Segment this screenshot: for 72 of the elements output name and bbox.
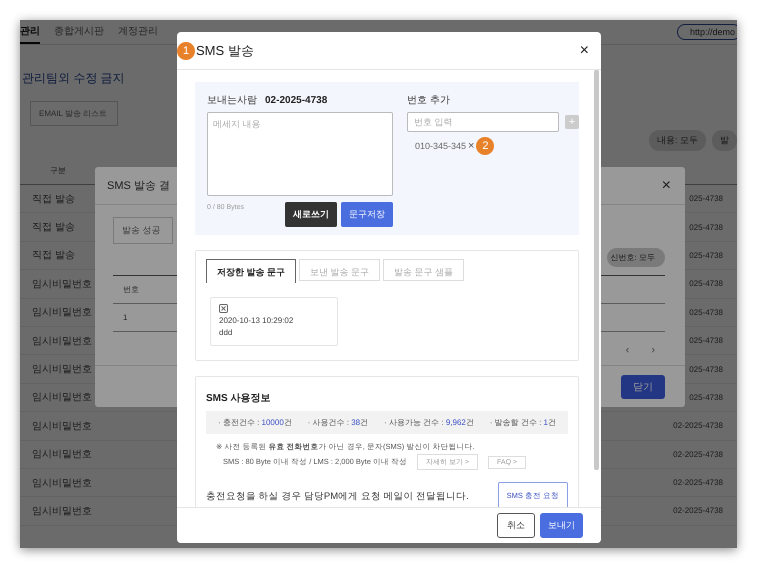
nav-tab[interactable]: 계정관리 bbox=[118, 20, 158, 44]
table-cell: 025-4738 bbox=[689, 392, 723, 402]
filter-chip[interactable]: 신번호: 모두 bbox=[606, 248, 665, 267]
usage-title: SMS 사용정보 bbox=[206, 392, 272, 405]
remove-button[interactable]: × bbox=[468, 140, 474, 152]
table-cell-text: 임시비밀번호 bbox=[32, 476, 92, 490]
page-heading: 관리팀외 수정 금지 bbox=[22, 70, 126, 87]
table-cell-text: 임시비밀번호 bbox=[32, 448, 92, 462]
table-cell: 02-2025-4738 bbox=[673, 421, 723, 430]
close-button[interactable]: × bbox=[580, 42, 589, 60]
url-text: http://demo bbox=[690, 27, 736, 37]
table-cell-text: 직접 발송 bbox=[32, 249, 75, 262]
template-tab[interactable]: 발송 문구 샘플 bbox=[383, 259, 464, 281]
column-header: 구분 bbox=[50, 165, 66, 176]
result-tab[interactable]: 발송 성공 bbox=[113, 217, 173, 244]
template-card[interactable]: 2020-10-13 10:29:02 ddd bbox=[210, 297, 338, 346]
table-cell: 025-4738 bbox=[689, 336, 723, 346]
table-cell-text: 직접 발송 bbox=[32, 192, 75, 206]
close-icon[interactable]: × bbox=[662, 176, 671, 194]
sender-number: 02-2025-4738 bbox=[265, 94, 328, 106]
filter-chip[interactable]: 내용: 모두 bbox=[648, 130, 706, 151]
usage-stat: · 충전건수 : 10000건 bbox=[218, 417, 292, 428]
table-cell: 1 bbox=[123, 313, 128, 322]
close-button[interactable]: 닫기 bbox=[621, 374, 665, 398]
dialog-title: SMS 발송 bbox=[196, 42, 254, 60]
table-cell: 02-2025-4738 bbox=[673, 450, 723, 459]
url-field[interactable]: http://demo bbox=[677, 24, 737, 40]
template-tab[interactable]: 저장한 발송 문구 bbox=[206, 259, 296, 283]
table-cell-text: 임시비밀번호 bbox=[32, 391, 92, 404]
table-cell: 02-2025-4738 bbox=[673, 478, 723, 488]
table-cell: 025-4738 bbox=[689, 250, 723, 260]
number-field[interactable]: 번호 입력 bbox=[407, 112, 559, 132]
reset-button[interactable]: 새로쓰기 bbox=[285, 202, 337, 227]
charge-text: 충전요청을 하실 경우 담당PM에게 요청 메일이 전달됩니다. bbox=[206, 490, 469, 502]
table-cell: 025-4738 bbox=[689, 364, 723, 374]
usage-stat: · 사용가능 건수 : 9,962건 bbox=[384, 417, 474, 428]
step-badge: 2 bbox=[476, 137, 494, 155]
usage-stat: · 발송할 건수 : 1건 bbox=[490, 417, 556, 428]
usage-stat: · 사용건수 : 38건 bbox=[308, 417, 368, 428]
send-button[interactable]: 보내기 bbox=[540, 513, 583, 538]
table-cell: 025-4738 bbox=[689, 279, 723, 288]
template-date: 2020-10-13 10:29:02 bbox=[219, 316, 294, 325]
template-text: ddd bbox=[219, 328, 234, 337]
table-cell-text: 임시비밀번호 bbox=[32, 306, 92, 320]
delete-icon[interactable] bbox=[219, 304, 228, 313]
scrollbar[interactable] bbox=[594, 70, 599, 470]
recipient-number: 010-345-345 bbox=[415, 141, 466, 151]
step-badge: 1 bbox=[177, 42, 195, 60]
table-cell-text: 임시비밀번호 bbox=[32, 334, 92, 348]
table-cell-text: 임시비밀번호 bbox=[32, 420, 92, 433]
table-cell: 02-2025-4738 bbox=[673, 506, 723, 516]
add-number-label: 번호 추가 bbox=[407, 94, 450, 107]
pager-button[interactable]: › bbox=[651, 344, 655, 356]
template-tab[interactable]: 보낸 발송 문구 bbox=[299, 259, 380, 281]
pager-button[interactable]: ‹ bbox=[626, 344, 630, 356]
save-button[interactable]: 문구저장 bbox=[341, 202, 393, 227]
sender-label: 보내는사람 bbox=[207, 94, 257, 107]
filter-chip[interactable]: 발 bbox=[712, 130, 737, 151]
nav-tab[interactable]: 관리 bbox=[20, 20, 40, 44]
table-cell-text: 직접 발송 bbox=[32, 221, 75, 234]
table-cell: 025-4738 bbox=[689, 222, 723, 232]
table-cell-text: 임시비밀번호 bbox=[32, 278, 92, 291]
table-cell-text: 임시비밀번호 bbox=[32, 504, 92, 518]
table-cell: 025-4738 bbox=[689, 308, 723, 317]
cancel-button[interactable]: 취소 bbox=[497, 513, 535, 538]
table-cell: 025-4738 bbox=[689, 194, 723, 204]
dialog-title: SMS 발송 결 bbox=[107, 179, 170, 193]
message-field[interactable]: 메세지 내용 bbox=[207, 112, 393, 196]
email-list-button[interactable]: EMAIL 발송 리스트 bbox=[30, 101, 118, 126]
table-cell-text: 임시비밀번호 bbox=[32, 363, 92, 376]
column-header: 번호 bbox=[123, 284, 139, 295]
nav-tab[interactable]: 종합게시판 bbox=[54, 20, 104, 44]
